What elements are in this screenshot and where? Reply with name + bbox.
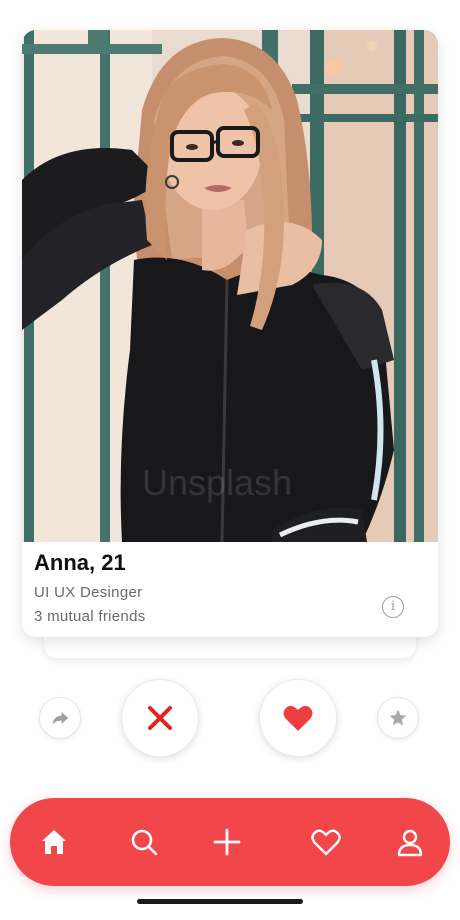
app-screen: Unsplash Anna, 21 UI UX Desinger 3 mutua… bbox=[0, 0, 460, 920]
profile-card[interactable]: Unsplash Anna, 21 UI UX Desinger 3 mutua… bbox=[22, 30, 438, 637]
plus-icon bbox=[213, 828, 241, 856]
dislike-button[interactable] bbox=[121, 679, 199, 757]
nav-home[interactable] bbox=[34, 822, 74, 862]
info-icon[interactable]: i bbox=[382, 596, 404, 618]
heart-filled-icon bbox=[283, 705, 313, 731]
star-icon bbox=[389, 709, 407, 726]
profile-photo: Unsplash bbox=[22, 30, 438, 542]
heart-outline-icon bbox=[311, 829, 341, 856]
profile-name-age: Anna, 21 bbox=[34, 550, 126, 575]
home-icon bbox=[42, 830, 66, 854]
super-like-button[interactable] bbox=[377, 697, 419, 739]
share-button[interactable] bbox=[39, 697, 81, 739]
bottom-navigation bbox=[10, 798, 450, 886]
user-icon bbox=[397, 829, 423, 857]
share-arrow-icon bbox=[52, 712, 69, 725]
nav-profile[interactable] bbox=[390, 822, 430, 862]
profile-photo-illustration: Unsplash bbox=[22, 30, 438, 542]
nav-likes[interactable] bbox=[306, 822, 346, 862]
nav-search[interactable] bbox=[124, 822, 164, 862]
close-x-icon bbox=[148, 706, 172, 730]
svg-text:Unsplash: Unsplash bbox=[142, 462, 292, 503]
search-icon bbox=[131, 829, 158, 856]
nav-add[interactable] bbox=[207, 822, 247, 862]
profile-job-title: UI UX Desinger bbox=[34, 584, 143, 601]
profile-info: Anna, 21 UI UX Desinger 3 mutual friends… bbox=[22, 542, 438, 637]
home-indicator[interactable] bbox=[137, 899, 303, 904]
mutual-friends-count: 3 mutual friends bbox=[34, 608, 146, 625]
like-button[interactable] bbox=[259, 679, 337, 757]
